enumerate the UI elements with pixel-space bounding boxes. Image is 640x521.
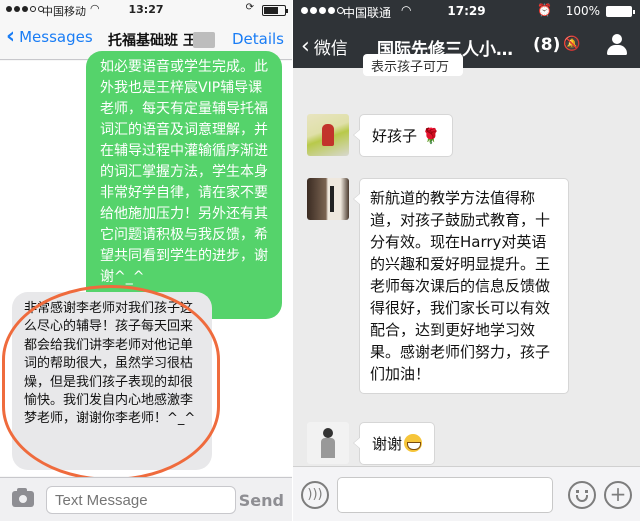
avatar[interactable] — [307, 422, 349, 464]
battery-percent: 100% — [565, 4, 600, 18]
wechat-screen: 中国联通 ◠ 17:29 ⏰ 100% ‹ 微信 国际先修三人小… (8) 🔕 … — [293, 0, 640, 521]
avatar[interactable] — [307, 178, 349, 220]
nav-bar: ‹ 微信 国际先修三人小… (8) 🔕 — [293, 22, 640, 68]
message-bubble[interactable]: 谢谢 — [352, 422, 436, 465]
message-bubble[interactable]: 好孩子 🌹 — [352, 114, 454, 157]
rose-icon: 🌹 — [417, 127, 441, 145]
compose-bar: ))) + — [293, 466, 640, 521]
message-text: 谢谢 — [372, 435, 403, 453]
message-bubble[interactable]: 表示孩子可万重 — [363, 54, 463, 76]
battery-icon — [262, 5, 288, 16]
alarm-icon: ⏰ — [537, 3, 552, 17]
camera-icon[interactable] — [12, 488, 34, 507]
emoji-icon[interactable] — [568, 481, 596, 509]
outgoing-message[interactable]: 如必要语音或学生完成。此外我也是王梓宸VIP辅导课老师，每天有定量辅导托福词汇的… — [86, 51, 282, 319]
grin-icon — [404, 434, 423, 452]
back-label: Messages — [19, 28, 93, 46]
group-members-icon[interactable] — [604, 34, 630, 56]
chevron-left-icon: ‹ — [301, 33, 310, 59]
plus-icon[interactable]: + — [604, 481, 632, 509]
battery-icon — [606, 6, 635, 17]
back-button[interactable]: ‹ Messages — [6, 24, 93, 49]
avatar[interactable] — [307, 114, 349, 156]
redacted-name — [193, 32, 215, 48]
member-count: (8) — [533, 35, 561, 55]
message-text: 新航道的教学方法值得称道，对孩子鼓励式教育，十分有效。现在Harry对英语的兴趣… — [370, 189, 551, 383]
rotation-lock-icon: ⟳ — [245, 2, 254, 13]
message-input[interactable] — [46, 486, 236, 514]
message-input[interactable] — [337, 477, 553, 513]
message-thread[interactable]: 如必要语音或学生完成。此外我也是王梓宸VIP辅导课老师，每天有定量辅导托福词汇的… — [0, 51, 292, 481]
back-button[interactable]: ‹ 微信 — [301, 34, 348, 59]
imessage-screen: 中国移动 ◠ 13:27 ⟳ ‹ Messages 托福基础班 王 Detail… — [0, 0, 292, 521]
chat-area[interactable]: 表示孩子可万重 好孩子 🌹 新航道的教学方法值得称道，对孩子鼓励式教育，十分有效… — [293, 54, 640, 466]
send-button[interactable]: Send — [239, 491, 284, 510]
message-text: 好孩子 — [372, 127, 418, 145]
compose-bar: Send — [0, 477, 292, 521]
chevron-left-icon: ‹ — [6, 24, 16, 49]
highlight-ring — [2, 285, 220, 481]
details-button[interactable]: Details — [232, 30, 284, 48]
voice-icon[interactable]: ))) — [301, 481, 329, 509]
status-bar: 中国移动 ◠ 13:27 ⟳ — [0, 0, 292, 20]
status-bar: 中国联通 ◠ 17:29 ⏰ 100% — [293, 0, 640, 22]
mute-icon: 🔕 — [563, 36, 581, 52]
message-bubble[interactable]: 新航道的教学方法值得称道，对孩子鼓励式教育，十分有效。现在Harry对英语的兴趣… — [353, 178, 569, 394]
conversation-title: 托福基础班 王 — [108, 33, 197, 49]
back-label: 微信 — [313, 39, 348, 59]
